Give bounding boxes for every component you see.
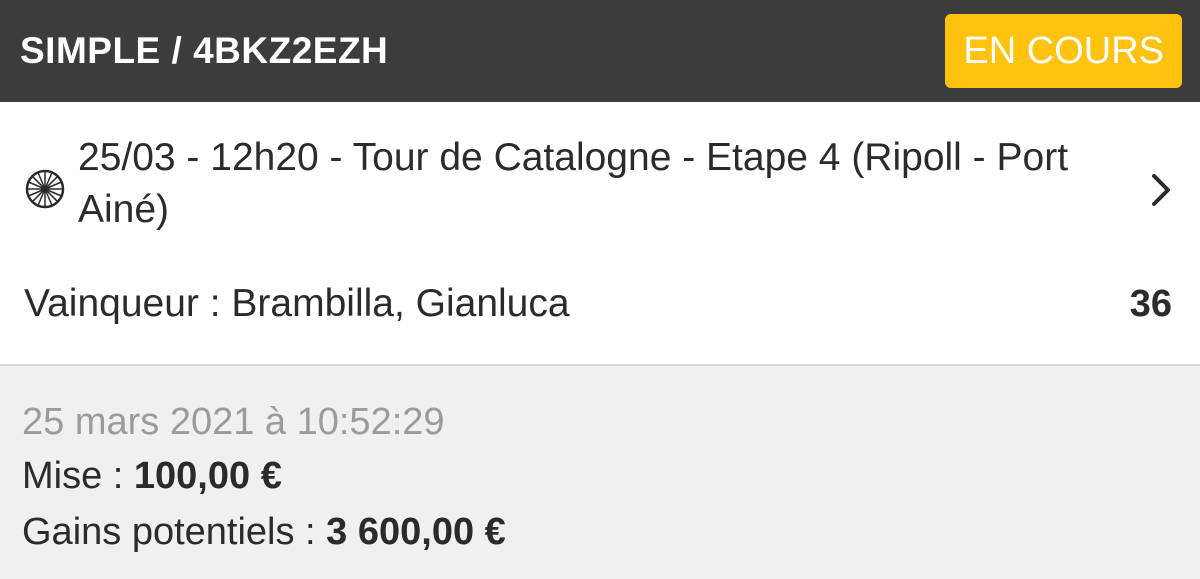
bet-timestamp: 25 mars 2021 à 10:52:29 [22,401,445,443]
stake-label: Mise : [22,455,134,497]
bet-details: 25 mars 2021 à 10:52:29 Mise : 100,00 € … [0,366,1200,560]
selection-label: Vainqueur : Brambilla, Gianluca [24,282,570,325]
chevron-right-icon[interactable] [1150,172,1172,208]
odds-value: 36 [1129,283,1172,325]
potential-winnings-value: 3 600,00 € [326,511,506,553]
stake-value: 100,00 € [133,455,282,497]
bicycle-wheel-icon [25,169,65,209]
potential-winnings-label: Gains potentiels : [22,511,327,553]
bet-header: SIMPLE / 4BKZ2EZH EN COURS [0,0,1200,102]
event-row[interactable]: 25/03 - 12h20 - Tour de Catalogne - Etap… [0,132,1200,262]
status-badge: EN COURS [945,14,1182,88]
bet-selection-card[interactable]: 25/03 - 12h20 - Tour de Catalogne - Etap… [0,102,1200,366]
event-title: 25/03 - 12h20 - Tour de Catalogne - Etap… [78,136,1069,231]
selection-row: Vainqueur : Brambilla, Gianluca 36 [24,282,1172,326]
stake-line: Mise : 100,00 € [22,448,1178,504]
potential-winnings-line: Gains potentiels : 3 600,00 € [22,504,1178,560]
bet-title: SIMPLE / 4BKZ2EZH [20,30,389,71]
